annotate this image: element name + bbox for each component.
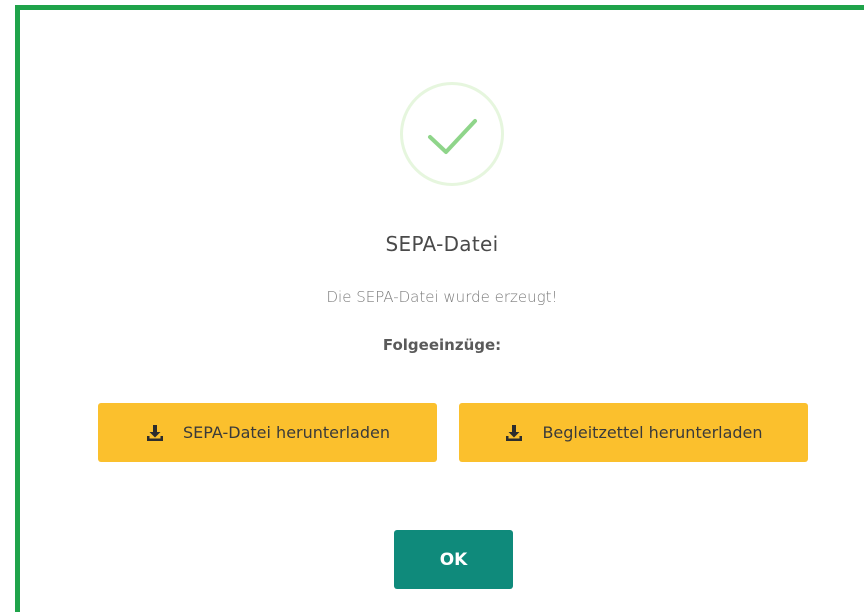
checkmark-circle-icon — [400, 82, 504, 186]
dialog-message: Die SEPA-Datei wurde erzeugt! — [326, 288, 558, 306]
download-slip-label: Begleitzettel herunterladen — [542, 423, 763, 442]
checkmark-icon — [428, 119, 477, 154]
download-icon — [504, 423, 524, 443]
download-sepa-file-label: SEPA-Datei herunterladen — [183, 423, 390, 442]
success-dialog: SEPA-Datei Die SEPA-Datei wurde erzeugt!… — [20, 10, 864, 612]
download-icon — [145, 423, 165, 443]
dialog-subheading: Folgeeinzüge: — [382, 336, 502, 354]
dialog-title: SEPA-Datei — [385, 232, 499, 256]
window-frame: SEPA-Datei Die SEPA-Datei wurde erzeugt!… — [15, 5, 864, 612]
download-sepa-file-button[interactable]: SEPA-Datei herunterladen — [98, 403, 437, 462]
ok-button[interactable]: OK — [394, 530, 513, 589]
download-slip-button[interactable]: Begleitzettel herunterladen — [459, 403, 808, 462]
